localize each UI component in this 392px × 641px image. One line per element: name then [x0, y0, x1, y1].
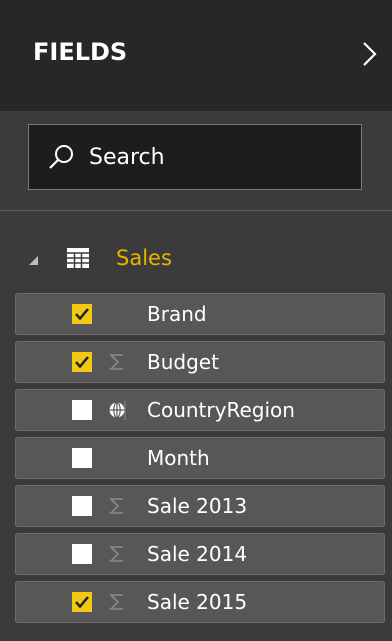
- search-input[interactable]: Search: [28, 124, 362, 190]
- table-grid-icon: [67, 248, 89, 268]
- field-item[interactable]: Month: [15, 437, 385, 479]
- sigma-icon: [108, 543, 126, 565]
- field-label: Brand: [147, 302, 207, 326]
- field-label: Sale 2013: [147, 494, 248, 518]
- search-placeholder: Search: [89, 145, 165, 170]
- field-label: Sale 2014: [147, 542, 248, 566]
- checkbox-unchecked[interactable]: [72, 496, 92, 516]
- chevron-right-icon[interactable]: [357, 40, 381, 68]
- field-label: Sale 2015: [147, 590, 248, 614]
- fields-pane: FIELDS Search Sales Brand Budget Country…: [0, 0, 392, 641]
- sigma-icon: [108, 591, 126, 613]
- field-label: CountryRegion: [147, 398, 295, 422]
- pane-title: FIELDS: [33, 38, 128, 66]
- expanded-triangle-icon[interactable]: [26, 252, 40, 266]
- checkbox-checked[interactable]: [72, 352, 92, 372]
- table-node-sales[interactable]: Sales: [0, 240, 392, 284]
- checkbox-unchecked[interactable]: [72, 448, 92, 468]
- sigma-icon: [108, 495, 126, 517]
- field-item[interactable]: CountryRegion: [15, 389, 385, 431]
- field-item[interactable]: Brand: [15, 293, 385, 335]
- field-item[interactable]: Sale 2013: [15, 485, 385, 527]
- checkbox-unchecked[interactable]: [72, 400, 92, 420]
- field-label: Month: [147, 446, 210, 470]
- fields-pane-header: FIELDS: [0, 0, 392, 111]
- checkbox-checked[interactable]: [72, 592, 92, 612]
- field-item[interactable]: Sale 2014: [15, 533, 385, 575]
- checkbox-unchecked[interactable]: [72, 544, 92, 564]
- globe-icon: [108, 399, 126, 421]
- field-item[interactable]: Budget: [15, 341, 385, 383]
- sigma-icon: [108, 351, 126, 373]
- divider: [0, 210, 392, 211]
- field-item[interactable]: Sale 2015: [15, 581, 385, 623]
- field-label: Budget: [147, 350, 219, 374]
- checkbox-checked[interactable]: [72, 304, 92, 324]
- table-name: Sales: [116, 246, 172, 270]
- search-icon: [47, 142, 77, 172]
